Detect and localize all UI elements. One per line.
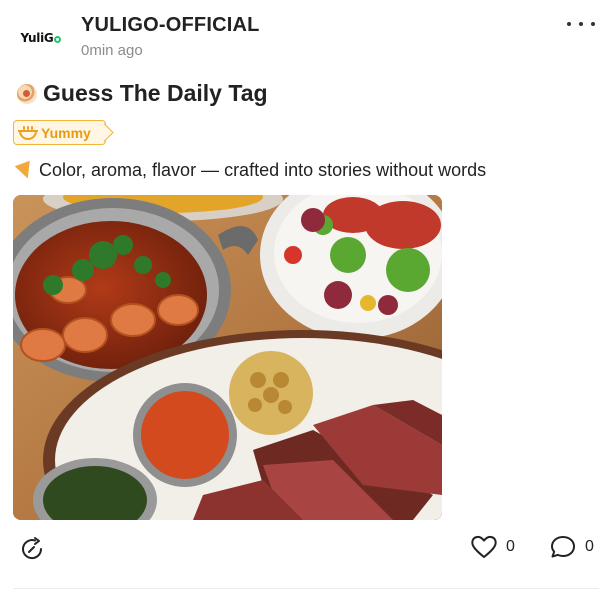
author-name[interactable]: YULIGO-OFFICIAL bbox=[81, 14, 260, 37]
divider bbox=[13, 588, 599, 589]
post-title: Guess The Daily Tag bbox=[17, 80, 268, 107]
comment-count: 0 bbox=[585, 538, 594, 555]
post-title-text: Guess The Daily Tag bbox=[43, 80, 268, 106]
comment-button[interactable]: 0 bbox=[549, 534, 594, 560]
post-header: YuliG YULIGO-OFFICIAL 0min ago bbox=[13, 14, 599, 62]
avatar-logo-dot bbox=[54, 36, 62, 43]
bowl-icon bbox=[18, 125, 38, 140]
post-description-text: Color, aroma, flavor — crafted into stor… bbox=[39, 160, 487, 180]
post-card: YuliG YULIGO-OFFICIAL 0min ago Guess The… bbox=[0, 0, 612, 592]
heart-icon bbox=[471, 535, 497, 558]
share-icon[interactable] bbox=[20, 536, 46, 562]
food-emoji-icon bbox=[17, 83, 37, 104]
post-timestamp: 0min ago bbox=[81, 42, 143, 59]
comment-icon bbox=[551, 536, 575, 558]
avatar-logo-text: YuliG bbox=[20, 31, 54, 45]
more-icon[interactable] bbox=[567, 16, 595, 32]
post-description: Color, aroma, flavor — crafted into stor… bbox=[14, 160, 487, 181]
avatar[interactable]: YuliG bbox=[13, 18, 69, 58]
post-actions: 0 0 bbox=[0, 530, 612, 570]
like-count: 0 bbox=[506, 538, 515, 555]
tag-label: Yummy bbox=[41, 124, 91, 141]
pizza-emoji-icon bbox=[14, 160, 36, 181]
food-photo bbox=[13, 195, 442, 520]
like-button[interactable]: 0 bbox=[470, 534, 515, 560]
post-image[interactable] bbox=[13, 195, 442, 520]
tag-chip[interactable]: Yummy bbox=[13, 120, 106, 145]
